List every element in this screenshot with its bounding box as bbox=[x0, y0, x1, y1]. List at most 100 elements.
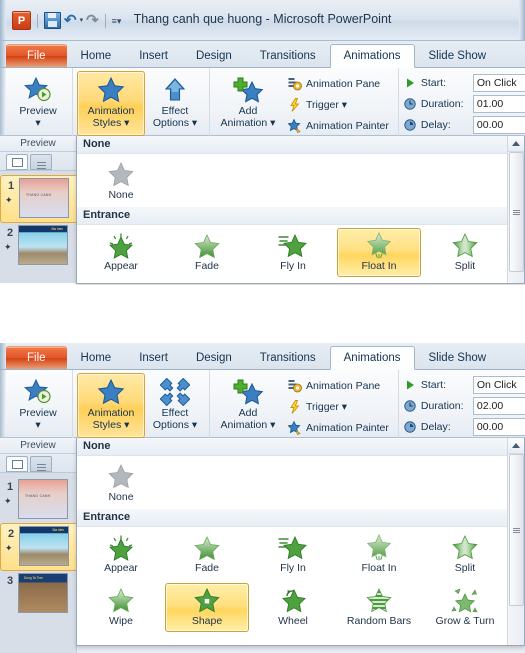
gallery-item-fly-in[interactable]: Fly In bbox=[251, 228, 335, 277]
trigger-button-2[interactable]: Trigger ▾ bbox=[282, 396, 394, 417]
slides-outline-tabs[interactable] bbox=[0, 152, 76, 171]
tab-slide-show[interactable]: Slide Show bbox=[415, 44, 501, 67]
preview-button-2[interactable]: Preview ▾ bbox=[8, 373, 68, 438]
gallery-heading-none: None bbox=[77, 136, 524, 154]
duration-input[interactable]: 01.00 bbox=[472, 94, 525, 113]
start-select-2[interactable]: On Click bbox=[472, 375, 525, 394]
animation-painter-button-2[interactable]: Animation Painter bbox=[282, 417, 394, 438]
gallery-item-wheel[interactable]: Wheel bbox=[251, 583, 335, 632]
gallery-item-split[interactable]: Split bbox=[423, 228, 507, 277]
effect-options-button[interactable]: Effect Options ▾ bbox=[145, 71, 205, 136]
scroll-up-button-2[interactable] bbox=[508, 438, 524, 454]
grow-and-turn-star-icon bbox=[450, 586, 480, 614]
slides-tab-icon[interactable] bbox=[6, 456, 28, 472]
thumbnail-list[interactable]: 1 ✦ THANG CANH 2 ✦ Bia bien bbox=[0, 171, 76, 283]
slide-preview-image: THANG CANH bbox=[19, 178, 69, 218]
group-preview: Preview ▾ bbox=[0, 68, 72, 138]
appear-star-icon bbox=[106, 533, 136, 561]
add-animation-star-plus-icon bbox=[232, 75, 264, 105]
slide-thumbnail-pane: Preview 1 ✦ THANG CANH 2 ✦ Bia bien bbox=[0, 136, 77, 283]
gallery-item-random-bars[interactable]: Random Bars bbox=[337, 583, 421, 632]
outline-tab-icon[interactable] bbox=[30, 154, 52, 170]
gallery-heading-none-2: None bbox=[77, 438, 524, 456]
animation-painter-icon bbox=[287, 118, 302, 133]
effect-options-button-2[interactable]: Effect Options ▾ bbox=[145, 373, 205, 438]
slide-thumbnail-1-2[interactable]: 1 ✦ THANG CANH bbox=[0, 477, 76, 523]
float-in-star-icon bbox=[364, 533, 394, 561]
start-select[interactable]: On Click bbox=[472, 73, 525, 92]
animation-painter-label: Animation Painter bbox=[306, 119, 389, 132]
outline-tab-icon[interactable] bbox=[30, 456, 52, 472]
slide-thumbnail-1[interactable]: 1 ✦ THANG CANH bbox=[0, 175, 76, 223]
animation-painter-button[interactable]: Animation Painter bbox=[282, 115, 394, 136]
gallery-item-float-in[interactable]: Float In bbox=[337, 228, 421, 277]
gallery-item-fade-2[interactable]: Fade bbox=[165, 530, 249, 579]
gallery-item-float-in-label-2: Float In bbox=[361, 562, 397, 574]
animation-painter-icon bbox=[287, 420, 302, 435]
preview-dropdown-icon-2[interactable]: ▾ bbox=[35, 419, 40, 432]
ribbon-tab-strip[interactable]: File Home Insert Design Transitions Anim… bbox=[0, 41, 525, 68]
ribbon-tab-strip-2[interactable]: File Home Insert Design Transitions Anim… bbox=[0, 343, 525, 370]
gallery-item-appear-2[interactable]: Appear bbox=[79, 530, 163, 579]
gallery-item-float-in-2[interactable]: Float In bbox=[337, 530, 421, 579]
gallery-item-split-label: Split bbox=[454, 260, 476, 272]
animation-styles-gallery-2[interactable]: None None Entrance Appear Fade Fly In Fl… bbox=[76, 438, 525, 646]
slides-outline-tabs-2[interactable] bbox=[0, 454, 76, 473]
tab-design-2[interactable]: Design bbox=[182, 346, 246, 369]
gallery-scrollbar-2[interactable] bbox=[507, 438, 524, 645]
preview-dropdown-icon[interactable]: ▾ bbox=[35, 117, 40, 130]
animation-styles-gallery[interactable]: None None Entrance Appear Fade Fly In Fl… bbox=[76, 136, 525, 284]
gallery-item-shape[interactable]: Shape bbox=[165, 583, 249, 632]
slides-tab-icon[interactable] bbox=[6, 154, 28, 170]
tab-transitions[interactable]: Transitions bbox=[246, 44, 330, 67]
scroll-up-button[interactable] bbox=[508, 136, 524, 152]
gallery-item-wipe[interactable]: Wipe bbox=[79, 583, 163, 632]
tab-insert[interactable]: Insert bbox=[125, 44, 182, 67]
scrollbar-thumb-2[interactable] bbox=[509, 454, 524, 606]
delay-row: Delay: 00.00 bbox=[403, 115, 525, 134]
gallery-item-none-2[interactable]: None bbox=[79, 459, 163, 508]
add-animation-button-2[interactable]: Add Animation ▾ bbox=[214, 373, 282, 438]
scrollbar-grip-icon bbox=[513, 527, 520, 533]
slide-thumbnail-2[interactable]: 2 ✦ Bia bien bbox=[0, 223, 76, 269]
gallery-item-appear[interactable]: Appear bbox=[79, 228, 163, 277]
animation-pane-button[interactable]: Animation Pane bbox=[282, 73, 394, 94]
powerpoint-window-bottom: File Home Insert Design Transitions Anim… bbox=[0, 343, 525, 653]
tab-file-2[interactable]: File bbox=[6, 346, 67, 369]
trigger-button[interactable]: Trigger ▾ bbox=[282, 94, 394, 115]
preview-group-label-2: Preview bbox=[0, 438, 76, 454]
gallery-item-fade[interactable]: Fade bbox=[165, 228, 249, 277]
gallery-item-fly-in-2[interactable]: Fly In bbox=[251, 530, 335, 579]
scrollbar-thumb[interactable] bbox=[509, 152, 524, 272]
gallery-item-split-2[interactable]: Split bbox=[423, 530, 507, 579]
animation-styles-button[interactable]: Animation Styles ▾ bbox=[77, 71, 145, 136]
tab-transitions-2[interactable]: Transitions bbox=[246, 346, 330, 369]
add-animation-button[interactable]: Add Animation ▾ bbox=[214, 71, 282, 136]
tab-slide-show-2[interactable]: Slide Show bbox=[415, 346, 501, 369]
gallery-scrollbar[interactable] bbox=[507, 136, 524, 283]
fly-in-star-icon bbox=[278, 231, 308, 259]
gallery-item-grow-and-turn[interactable]: Grow & Turn bbox=[423, 583, 507, 632]
tab-animations[interactable]: Animations bbox=[329, 44, 415, 68]
slide-thumbnail-2-2[interactable]: 2 ✦ Bia bien bbox=[0, 523, 76, 571]
gallery-item-none-label-2: None bbox=[108, 491, 134, 503]
tab-file[interactable]: File bbox=[6, 44, 67, 67]
tab-insert-2[interactable]: Insert bbox=[125, 346, 182, 369]
animation-styles-button-2[interactable]: Animation Styles ▾ bbox=[77, 373, 145, 438]
tab-design[interactable]: Design bbox=[182, 44, 246, 67]
effect-options-label-1-2: Effect bbox=[161, 407, 189, 419]
thumbnail-list-2[interactable]: 1 ✦ THANG CANH 2 ✦ Bia bien 3 Dong Ta Tr… bbox=[0, 473, 76, 653]
duration-input-2[interactable]: 02.00 bbox=[472, 396, 525, 415]
preview-button[interactable]: Preview ▾ bbox=[8, 71, 68, 136]
delay-label-2: Delay: bbox=[420, 420, 451, 433]
animation-pane-button-2[interactable]: Animation Pane bbox=[282, 375, 394, 396]
tab-animations-2[interactable]: Animations bbox=[329, 346, 415, 370]
tab-home-2[interactable]: Home bbox=[67, 346, 126, 369]
gallery-item-none[interactable]: None bbox=[79, 157, 163, 206]
delay-input[interactable]: 00.00 bbox=[472, 115, 525, 134]
slide-thumbnail-3-2[interactable]: 3 Dong Ta Tren bbox=[0, 571, 76, 617]
delay-input-2[interactable]: 00.00 bbox=[472, 417, 525, 436]
gallery-row-entrance-1: Appear Fade Fly In Float In Split bbox=[77, 225, 524, 278]
tab-home[interactable]: Home bbox=[67, 44, 126, 67]
add-animation-label-1: Add bbox=[238, 105, 258, 117]
